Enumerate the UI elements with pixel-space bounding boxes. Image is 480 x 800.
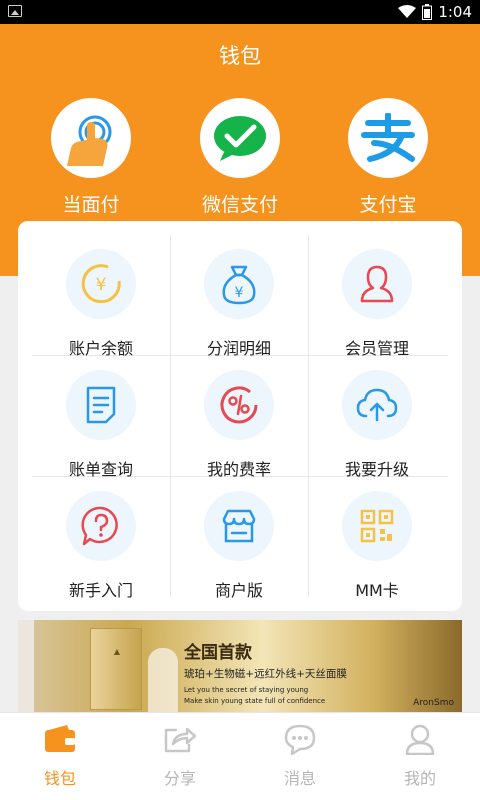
grid-item-label: 商户版 <box>214 581 263 600</box>
banner-english-line: Make skin young state full of confidence <box>184 697 326 705</box>
tab-label: 分享 <box>163 769 196 788</box>
wifi-icon <box>398 5 417 18</box>
quick-action-alipay[interactable]: 支付宝 <box>308 98 468 217</box>
function-grid: ¥ 账户余额 ¥ 分润明细 会员管理 账单查询 我的费率 我要升级 新手入门 商… <box>18 221 462 611</box>
quick-action-label: 微信支付 <box>201 194 278 216</box>
image-notification-icon <box>8 5 22 17</box>
grid-item-bill-query[interactable]: 账单查询 <box>32 356 170 479</box>
qr-code-icon <box>342 491 412 561</box>
cloud-upload-icon <box>342 370 412 440</box>
page-title: 钱包 <box>219 44 261 68</box>
tab-share[interactable]: 分享 <box>120 713 240 800</box>
money-bag-icon: ¥ <box>204 249 274 319</box>
promo-banner[interactable]: ▲ 全国首款 琥珀+生物磁+远红外线+天丝面膜 Let you the secr… <box>18 620 462 712</box>
tab-label: 我的 <box>403 769 436 788</box>
profile-icon <box>402 721 438 757</box>
grid-item-beginner-guide[interactable]: 新手入门 <box>32 477 170 600</box>
help-icon <box>66 491 136 561</box>
wallet-icon <box>42 721 78 757</box>
banner-subline: 琥珀+生物磁+远红外线+天丝面膜 <box>184 668 347 680</box>
tap-hand-icon <box>51 98 131 178</box>
message-icon <box>282 721 318 757</box>
svg-text:¥: ¥ <box>235 285 244 301</box>
banner-headline: 全国首款 <box>184 643 252 663</box>
bill-icon <box>66 370 136 440</box>
product-box-image: ▲ <box>90 628 142 710</box>
banner-brand: AronSmo <box>413 698 454 708</box>
grid-item-merchant-edition[interactable]: 商户版 <box>170 477 308 600</box>
grid-item-account-balance[interactable]: ¥ 账户余额 <box>32 235 170 358</box>
banner-edge <box>18 620 34 712</box>
wechat-pay-icon <box>200 98 280 178</box>
grid-item-profit-detail[interactable]: ¥ 分润明细 <box>170 235 308 358</box>
battery-icon <box>422 4 433 20</box>
bottom-tab-bar: 钱包 分享 消息 我的 <box>0 712 480 800</box>
status-bar: 1:04 <box>0 0 480 24</box>
grid-item-mm-card[interactable]: MM卡 <box>308 477 446 600</box>
grid-item-label: MM卡 <box>355 581 399 600</box>
quick-action-label: 支付宝 <box>359 194 417 216</box>
share-icon <box>162 721 198 757</box>
tab-wallet[interactable]: 钱包 <box>0 713 120 800</box>
grid-item-upgrade[interactable]: 我要升级 <box>308 356 446 479</box>
quick-action-label: 当面付 <box>62 194 120 216</box>
tab-label: 钱包 <box>43 769 76 788</box>
banner-english-line: Let you the secret of staying young <box>184 686 309 694</box>
quick-action-face-pay[interactable]: 当面付 <box>11 98 171 217</box>
member-icon <box>342 249 412 319</box>
yuan-coin-icon: ¥ <box>66 249 136 319</box>
clock: 1:04 <box>438 3 472 21</box>
tab-messages[interactable]: 消息 <box>240 713 360 800</box>
grid-item-member-management[interactable]: 会员管理 <box>308 235 446 358</box>
tab-profile[interactable]: 我的 <box>360 713 480 800</box>
percent-icon <box>204 370 274 440</box>
alipay-icon <box>348 98 428 178</box>
shop-icon <box>204 491 274 561</box>
face-mask-image <box>148 648 178 712</box>
product-box-label: ▲ <box>113 647 121 656</box>
quick-action-wechat-pay[interactable]: 微信支付 <box>160 98 320 217</box>
svg-text:¥: ¥ <box>96 275 107 295</box>
grid-item-my-rate[interactable]: 我的费率 <box>170 356 308 479</box>
tab-label: 消息 <box>283 769 316 788</box>
grid-item-label: 新手入门 <box>68 581 133 600</box>
